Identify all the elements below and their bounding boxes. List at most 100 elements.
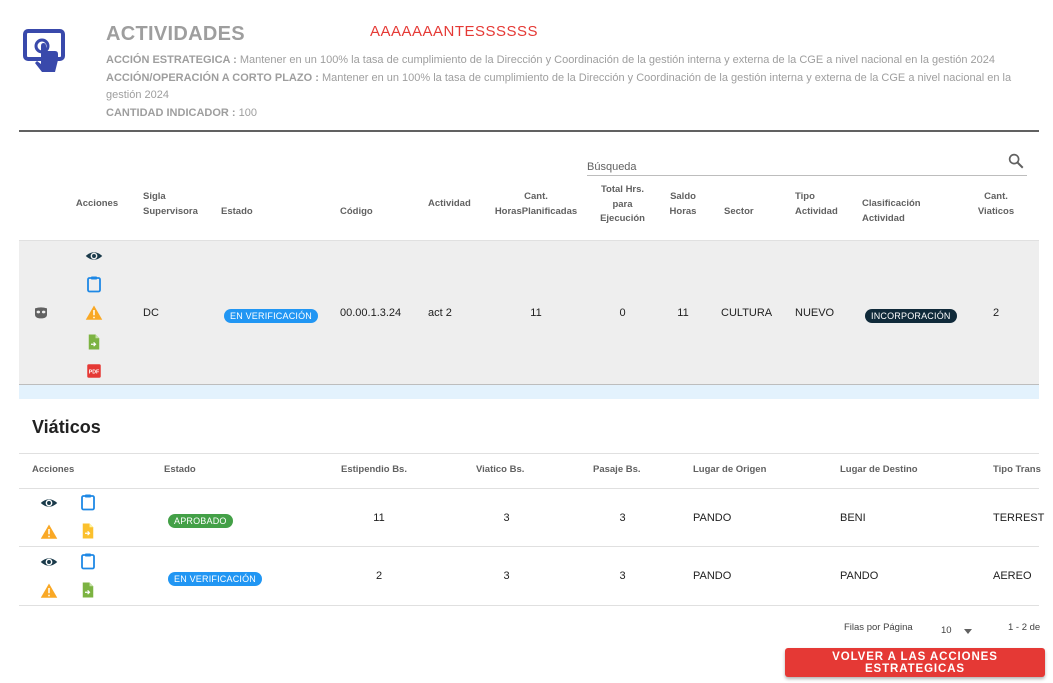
- col-saldo-horas: Saldo Horas: [663, 190, 703, 219]
- accion-operacion: ACCIÓN/OPERACIÓN A CORTO PLAZO : Mantene…: [106, 70, 1026, 104]
- col-total-hrs-line2: para: [612, 198, 633, 210]
- expanded-row-indicator: [19, 385, 1039, 399]
- eye-icon[interactable]: [85, 247, 103, 265]
- search-field[interactable]: [587, 150, 1027, 176]
- cell-tipo-transporte: AEREO: [993, 570, 1032, 582]
- col-total-hrs-line3: Ejecución: [600, 213, 645, 224]
- col-sigla: Sigla Supervisora: [143, 190, 198, 219]
- svg-text:PDF: PDF: [89, 369, 100, 375]
- viaticos-title: Viáticos: [32, 417, 101, 437]
- eye-icon[interactable]: [40, 553, 58, 571]
- cell-viatico: 3: [503, 512, 510, 524]
- warning-icon[interactable]: [40, 582, 58, 600]
- via-col-estado: Estado: [164, 464, 196, 475]
- touch-screen-icon: [22, 28, 68, 74]
- cantidad-indicador: CANTIDAD INDICADOR : 100: [106, 105, 1026, 122]
- classification-badge-label: INCORPORACIÓN: [865, 309, 957, 323]
- search-icon[interactable]: [1007, 152, 1025, 170]
- col-total-hrs: Total Hrs. para Ejecución: [595, 183, 650, 227]
- header-divider: [19, 130, 1039, 132]
- col-cant-horas-line1: Cant.: [524, 191, 548, 202]
- col-sigla-line2: Supervisora: [143, 205, 198, 217]
- viaticos-top-divider: [19, 453, 1039, 454]
- col-saldo-line1: Saldo: [670, 191, 696, 202]
- classification-badge: INCORPORACIÓN: [865, 306, 957, 324]
- col-tipo-actividad: Tipo Actividad: [795, 190, 838, 219]
- via-col-viatico: Viatico Bs.: [476, 464, 525, 475]
- search-input[interactable]: [587, 150, 987, 176]
- status-badge-label: APROBADO: [168, 514, 233, 528]
- rows-per-page-select[interactable]: 10: [940, 620, 976, 638]
- col-cant-horas: Cant. HorasPlanificadas: [490, 190, 582, 219]
- col-clasificacion: Clasificación Actividad: [862, 197, 921, 226]
- page-title: ACTIVIDADES: [106, 23, 245, 45]
- document-arrow-icon[interactable]: [79, 522, 97, 540]
- col-clasif-line1: Clasificación: [862, 198, 921, 209]
- back-to-strategic-actions-button[interactable]: VOLVER A LAS ACCIONES ESTRATEGICAS: [785, 648, 1045, 677]
- debug-text: AAAAAAANTESSSSSS: [370, 23, 539, 40]
- col-sigla-line1: Sigla: [143, 191, 166, 202]
- col-viaticos-line2: Viaticos: [977, 205, 1015, 217]
- accion-estrategica-value: Mantener en un 100% la tasa de cumplimie…: [239, 54, 996, 66]
- via-col-pasaje: Pasaje Bs.: [593, 464, 641, 475]
- status-badge: EN VERIFICACIÓN: [224, 306, 319, 324]
- cell-origen: PANDO: [693, 512, 732, 524]
- warning-icon[interactable]: [85, 304, 103, 322]
- cell-actividad: act 2: [428, 307, 452, 319]
- via-col-estipendio: Estipendio Bs.: [341, 464, 407, 475]
- cell-viatico: 3: [503, 570, 510, 582]
- col-clasif-line2: Actividad: [862, 212, 905, 224]
- accion-operacion-label: ACCIÓN/OPERACIÓN A CORTO PLAZO :: [106, 72, 319, 84]
- col-acciones: Acciones: [75, 198, 119, 209]
- cell-tipo: NUEVO: [795, 307, 835, 319]
- viaticos-header-divider: [19, 488, 1039, 489]
- activities-page: ACTIVIDADES AAAAAAANTESSSSSS ACCIÓN ESTR…: [0, 0, 1053, 683]
- col-tipo-line2: Actividad: [795, 205, 838, 217]
- mask-icon[interactable]: [33, 305, 49, 321]
- cell-tipo-transporte: TERREST: [993, 512, 1045, 524]
- rows-per-page-label: Filas por Página: [844, 622, 913, 633]
- accion-estrategica: ACCIÓN ESTRATEGICA : Mantener en un 100%…: [106, 52, 1026, 69]
- document-arrow-icon[interactable]: [85, 333, 103, 351]
- cantidad-indicador-label: CANTIDAD INDICADOR :: [106, 107, 236, 119]
- cell-pasaje: 3: [619, 512, 626, 524]
- status-badge: EN VERIFICACIÓN: [168, 569, 263, 587]
- clipboard-icon[interactable]: [79, 493, 97, 511]
- status-badge: APROBADO: [168, 511, 233, 529]
- cell-cant-horas: 11: [530, 307, 542, 319]
- document-arrow-icon[interactable]: [79, 581, 97, 599]
- clipboard-icon[interactable]: [79, 552, 97, 570]
- via-col-tipo-transporte: Tipo Trans: [993, 464, 1041, 475]
- col-estado: Estado: [221, 206, 253, 217]
- cell-origen: PANDO: [693, 570, 732, 582]
- clipboard-icon[interactable]: [85, 275, 103, 293]
- cell-saldo-horas: 11: [677, 307, 689, 319]
- col-sector: Sector: [724, 206, 754, 217]
- pagination-range: 1 - 2 de: [1008, 622, 1041, 633]
- cell-estipendio: 11: [373, 512, 385, 524]
- cell-cant-viaticos: 2: [992, 307, 1000, 319]
- col-actividad: Actividad: [428, 198, 471, 209]
- cell-estipendio: 2: [375, 570, 383, 582]
- col-viaticos-line1: Cant.: [984, 191, 1008, 202]
- col-cant-viaticos: Cant. Viaticos: [972, 190, 1020, 219]
- col-total-hrs-line1: Total Hrs.: [600, 184, 645, 195]
- cell-codigo: 00.00.1.3.24: [340, 307, 402, 319]
- accion-estrategica-label: ACCIÓN ESTRATEGICA :: [106, 54, 237, 66]
- status-badge-label: EN VERIFICACIÓN: [168, 572, 263, 586]
- row-divider: [19, 605, 1039, 606]
- row-divider: [19, 546, 1039, 547]
- pdf-icon[interactable]: PDF: [85, 362, 103, 380]
- col-cant-horas-line2: HorasPlanificadas: [494, 205, 578, 217]
- rows-per-page-value: 10: [941, 625, 952, 636]
- eye-icon[interactable]: [40, 494, 58, 512]
- via-col-origen: Lugar de Origen: [693, 464, 767, 475]
- warning-icon[interactable]: [40, 523, 58, 541]
- col-tipo-line1: Tipo: [795, 191, 815, 202]
- via-col-destino: Lugar de Destino: [840, 464, 918, 475]
- cell-destino: BENI: [840, 512, 866, 524]
- cell-sector: CULTURA: [721, 307, 773, 319]
- cantidad-indicador-value: 100: [238, 107, 257, 119]
- cell-destino: PANDO: [840, 570, 879, 582]
- col-saldo-line2: Horas: [669, 205, 697, 217]
